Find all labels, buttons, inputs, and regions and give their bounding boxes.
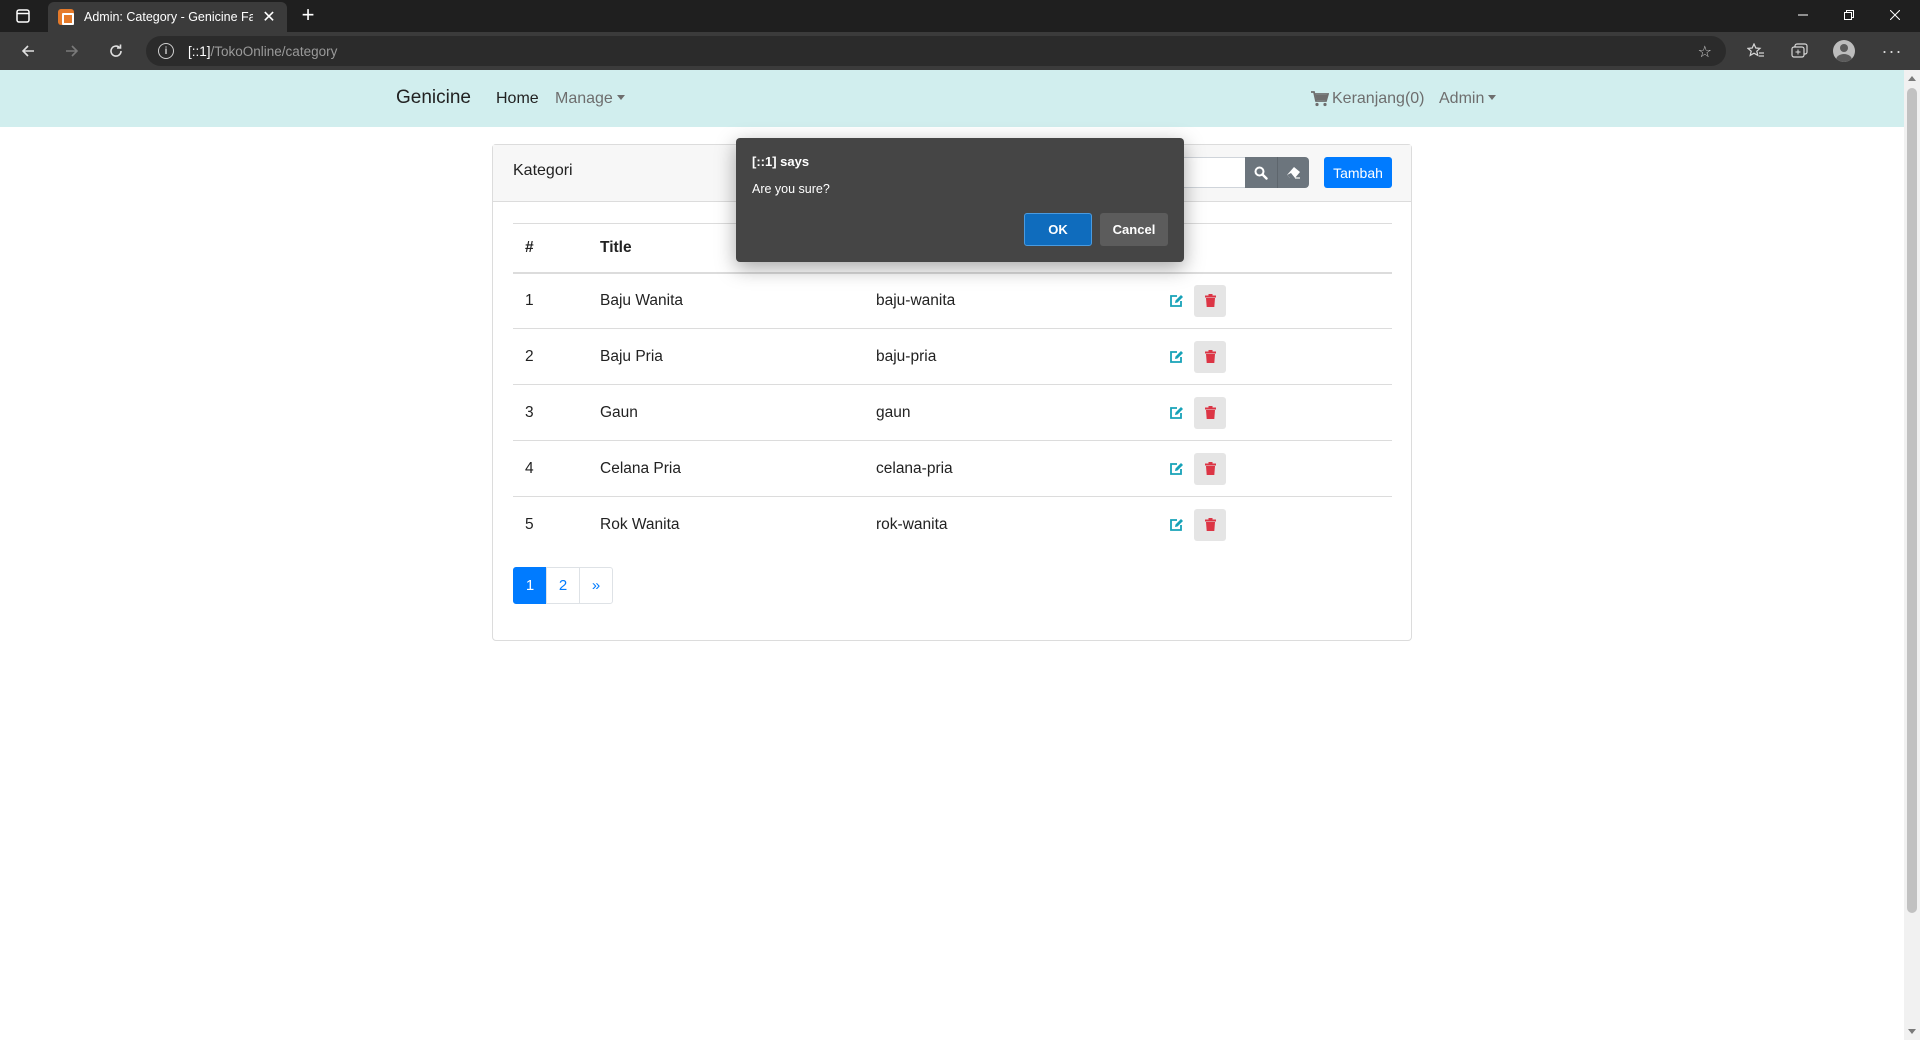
edit-button[interactable] xyxy=(1162,397,1190,429)
nav-manage-label: Manage xyxy=(555,90,613,107)
page-viewport: Genicine Home Manage Keranjang(0) Admin … xyxy=(0,70,1904,1040)
card-title: Kategori xyxy=(513,162,573,179)
search-icon xyxy=(1254,166,1268,180)
url-host: [::1] xyxy=(188,43,211,59)
close-window-icon[interactable] xyxy=(1872,0,1918,30)
delete-button[interactable] xyxy=(1194,284,1226,317)
forward-icon[interactable] xyxy=(58,38,86,64)
column-header-no: # xyxy=(513,223,600,274)
url-input[interactable]: i [::1]/TokoOnline/category ☆ xyxy=(146,36,1726,66)
favorites-icon[interactable] xyxy=(1742,38,1770,64)
edit-button[interactable] xyxy=(1162,341,1190,373)
row-number: 5 xyxy=(525,515,534,533)
row-slug: baju-pria xyxy=(876,328,1162,385)
row-slug: gaun xyxy=(876,384,1162,441)
site-info-icon[interactable]: i xyxy=(158,43,174,59)
url-path: /TokoOnline/category xyxy=(210,43,338,59)
trash-icon xyxy=(1204,294,1216,308)
delete-button[interactable] xyxy=(1194,340,1226,373)
site-favicon-icon xyxy=(58,9,74,25)
confirm-dialog: [::1] says Are you sure? OK Cancel xyxy=(736,138,1184,262)
reload-icon[interactable] xyxy=(102,38,130,64)
category-table: # Title Slug 1 Baju Wanita baju-wanita xyxy=(513,223,1392,553)
eraser-icon xyxy=(1287,167,1300,179)
site-navbar: Genicine Home Manage Keranjang(0) Admin xyxy=(0,70,1904,127)
dialog-message: Are you sure? xyxy=(752,182,830,196)
dialog-title: [::1] says xyxy=(752,154,810,169)
new-tab-icon[interactable]: + xyxy=(296,4,320,28)
trash-icon xyxy=(1204,518,1216,532)
trash-icon xyxy=(1204,462,1216,475)
delete-button[interactable] xyxy=(1194,396,1226,429)
row-number: 3 xyxy=(513,384,600,441)
dialog-cancel-button[interactable]: Cancel xyxy=(1100,213,1168,246)
column-header-actions xyxy=(1162,223,1392,274)
collections-icon[interactable] xyxy=(1786,38,1814,64)
back-icon[interactable] xyxy=(14,38,42,64)
profile-icon[interactable] xyxy=(1830,38,1858,64)
caret-down-icon xyxy=(616,95,625,100)
row-number: 2 xyxy=(513,328,600,385)
page-scrollbar[interactable] xyxy=(1904,70,1920,1040)
nav-cart-link[interactable]: Keranjang(0) xyxy=(1311,90,1425,108)
nav-cart-label: Keranjang(0) xyxy=(1332,90,1425,107)
edit-button[interactable] xyxy=(1162,509,1190,541)
edit-icon xyxy=(1169,294,1183,307)
edit-button[interactable] xyxy=(1162,285,1190,317)
nav-home-link[interactable]: Home xyxy=(496,90,539,108)
table-row: 4 Celana Pria celana-pria xyxy=(513,440,1392,497)
add-favorite-icon[interactable]: ☆ xyxy=(1698,42,1712,62)
scrollbar-thumb[interactable] xyxy=(1907,88,1917,913)
row-slug: baju-wanita xyxy=(876,272,1162,329)
page-link-next[interactable]: » xyxy=(579,567,613,604)
add-category-button[interactable]: Tambah xyxy=(1324,157,1392,188)
page-link-2[interactable]: 2 xyxy=(546,567,580,604)
shopping-cart-icon xyxy=(1311,91,1329,107)
edit-icon xyxy=(1169,462,1183,475)
tab-close-icon[interactable]: ✕ xyxy=(261,7,277,27)
restore-icon[interactable] xyxy=(1826,0,1872,30)
pagination: 1 2 » xyxy=(513,567,613,604)
edit-icon xyxy=(1169,350,1183,363)
minimize-icon[interactable] xyxy=(1780,0,1826,30)
row-number: 4 xyxy=(513,440,600,497)
row-slug: rok-wanita xyxy=(876,515,948,533)
row-title: Gaun xyxy=(600,384,876,441)
row-number: 1 xyxy=(513,272,600,329)
caret-down-icon xyxy=(1488,95,1497,100)
dialog-ok-button[interactable]: OK xyxy=(1024,213,1092,246)
table-row: 5 Rok Wanita rok-wanita xyxy=(513,497,1392,553)
row-slug: celana-pria xyxy=(876,440,1162,497)
table-row: 3 Gaun gaun xyxy=(513,384,1392,441)
tab-title: Admin: Category - Genicine Fash xyxy=(84,10,253,24)
page-link-1[interactable]: 1 xyxy=(513,567,547,604)
trash-icon xyxy=(1204,350,1216,363)
edit-icon xyxy=(1169,518,1183,531)
table-row: 2 Baju Pria baju-pria xyxy=(513,328,1392,385)
scroll-down-icon[interactable] xyxy=(1908,1029,1916,1034)
row-title: Baju Wanita xyxy=(600,272,876,329)
nav-manage-dropdown[interactable]: Manage xyxy=(555,90,625,108)
row-title: Baju Pria xyxy=(600,328,876,385)
tab-actions-icon[interactable] xyxy=(12,6,34,26)
edit-icon xyxy=(1169,406,1183,419)
clear-search-button[interactable] xyxy=(1277,157,1309,188)
delete-button[interactable] xyxy=(1194,508,1226,541)
nav-admin-label: Admin xyxy=(1439,90,1485,107)
browser-tab-bar: Admin: Category - Genicine Fash ✕ + xyxy=(0,0,1920,32)
edit-button[interactable] xyxy=(1162,453,1190,485)
more-options-icon[interactable]: ··· xyxy=(1878,38,1906,64)
row-title: Rok Wanita xyxy=(600,515,680,533)
trash-icon xyxy=(1204,406,1216,419)
row-title: Celana Pria xyxy=(600,440,876,497)
table-row: 1 Baju Wanita baju-wanita xyxy=(513,272,1392,329)
browser-tab[interactable]: Admin: Category - Genicine Fash ✕ xyxy=(48,2,287,32)
address-bar: i [::1]/TokoOnline/category ☆ ··· xyxy=(0,32,1920,70)
search-button[interactable] xyxy=(1245,157,1277,188)
nav-admin-dropdown[interactable]: Admin xyxy=(1439,90,1497,108)
scroll-up-icon[interactable] xyxy=(1908,76,1916,81)
delete-button[interactable] xyxy=(1194,452,1226,485)
brand-link[interactable]: Genicine xyxy=(396,87,471,109)
